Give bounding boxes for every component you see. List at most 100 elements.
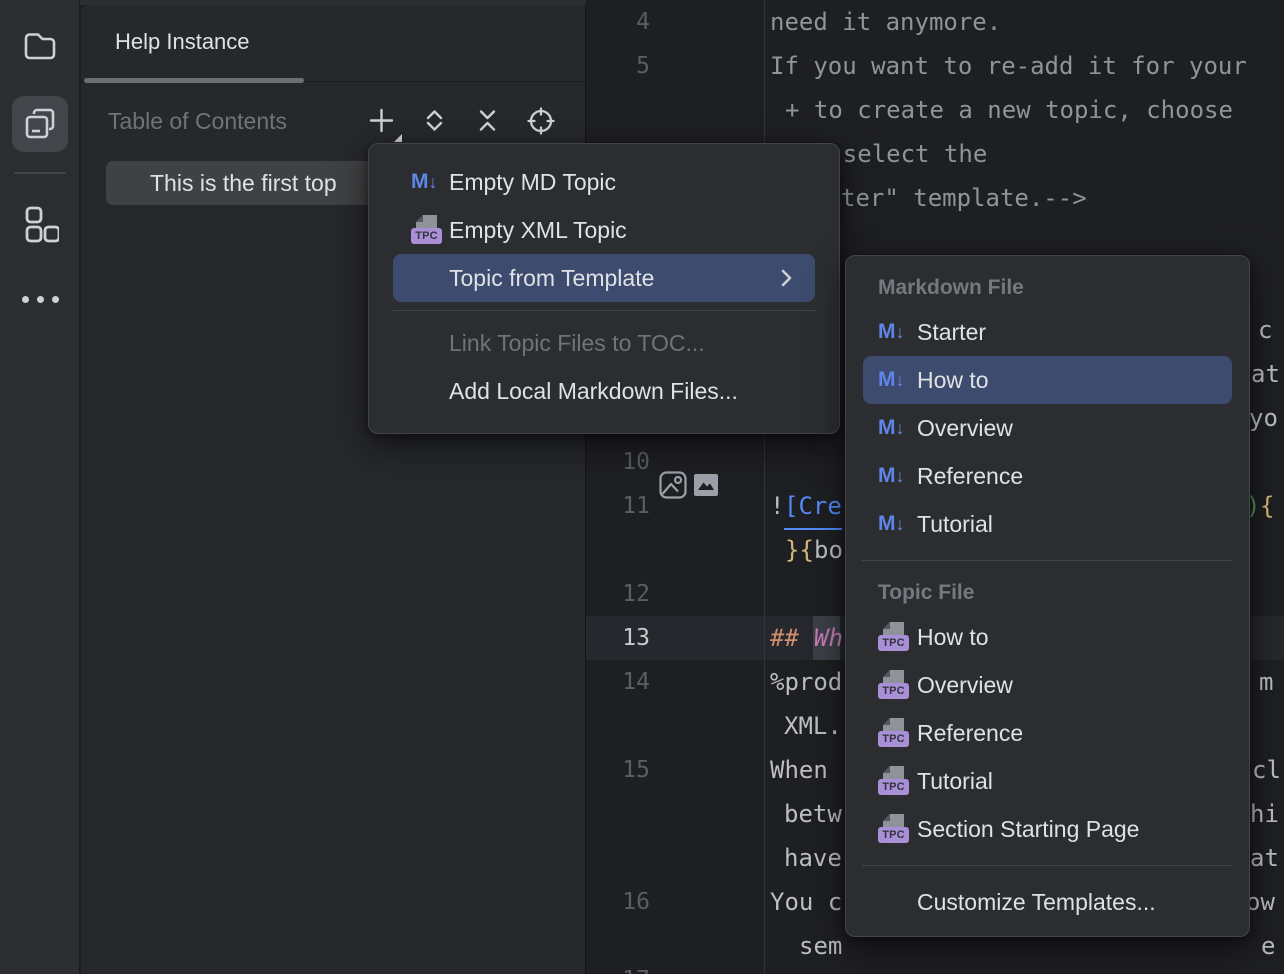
line-number-current: 13	[586, 616, 650, 660]
activity-bar	[0, 0, 80, 974]
activity-bar-divider	[14, 172, 66, 174]
submenu-item-section-starting-page[interactable]: TPC Section Starting Page	[846, 805, 1249, 853]
menu-item-label: Customize Templates...	[917, 889, 1156, 915]
menu-item-label: Empty XML Topic	[449, 217, 627, 243]
code-line: When	[770, 748, 828, 792]
submenu-header-markdown: Markdown File	[846, 268, 1249, 308]
code-link: [Cre	[784, 484, 842, 530]
menu-item-label: Tutorial	[917, 511, 993, 537]
topic-file-icon: TPC	[878, 709, 909, 757]
help-instance-tool-button[interactable]	[12, 96, 68, 152]
line-number: 14	[586, 660, 650, 704]
more-icon-dot	[37, 296, 44, 303]
topic-file-icon: TPC	[878, 805, 909, 853]
expand-all-icon	[421, 107, 448, 134]
code-fragment: at	[1250, 836, 1279, 880]
collapse-all-button[interactable]	[474, 107, 501, 134]
submenu-item-tutorial-tpc[interactable]: TPC Tutorial	[846, 757, 1249, 805]
more-icon-dot2	[52, 296, 59, 303]
code-line: You c	[770, 880, 842, 924]
menu-item-label: Topic from Template	[449, 265, 654, 291]
submenu-item-overview-md[interactable]: M↓ Overview	[846, 404, 1249, 452]
code-fragment: hi	[1250, 792, 1279, 836]
code-line: have	[784, 836, 842, 880]
menu-item-topic-from-template[interactable]: Topic from Template	[393, 254, 815, 302]
code-line: sem	[799, 924, 842, 968]
code-line: If you want to re-add it for your	[770, 44, 1247, 88]
submenu-item-starter[interactable]: M↓ Starter	[846, 308, 1249, 356]
menu-item-label: Reference	[917, 720, 1023, 746]
code-line: betw	[784, 792, 842, 836]
line-number: 17	[586, 958, 650, 974]
submenu-item-reference-tpc[interactable]: TPC Reference	[846, 709, 1249, 757]
expand-all-button[interactable]	[421, 107, 448, 134]
dropdown-corner-icon	[394, 134, 402, 142]
menu-item-label: Starter	[917, 319, 986, 345]
line-number: 16	[586, 880, 650, 924]
menu-item-empty-md-topic[interactable]: M↓ Empty MD Topic	[369, 158, 839, 206]
more-tool-windows-button[interactable]	[22, 296, 62, 303]
panel-title: Help Instance	[115, 29, 250, 55]
toc-add-context-menu: M↓ Empty MD Topic TPC Empty XML Topic To…	[368, 143, 840, 434]
topic-file-icon: TPC	[878, 613, 909, 661]
menu-separator	[862, 865, 1233, 866]
section-title: Table of Contents	[108, 108, 287, 135]
menu-item-label: Overview	[917, 415, 1013, 441]
image-outline-gutter-icon[interactable]	[658, 470, 688, 500]
menu-item-label: Tutorial	[917, 768, 993, 794]
submenu-item-tutorial-md[interactable]: M↓ Tutorial	[846, 500, 1249, 548]
line-number: 12	[586, 572, 650, 616]
submenu-header-topic: Topic File	[846, 573, 1249, 613]
code-line: + to create a new topic, choose	[785, 88, 1233, 132]
line-number: 4	[586, 0, 650, 44]
code-fragment: at	[1251, 352, 1280, 396]
code-line: need it anymore.	[770, 0, 1001, 44]
menu-separator	[393, 310, 815, 311]
markdown-file-icon: M↓	[878, 356, 905, 404]
submenu-item-overview-tpc[interactable]: TPC Overview	[846, 661, 1249, 709]
submenu-item-how-to-md[interactable]: M↓ How to	[863, 356, 1232, 404]
collapse-all-icon	[474, 107, 501, 134]
line-number: 5	[586, 44, 650, 88]
template-submenu: Markdown File M↓ Starter M↓ How to M↓ Ov…	[845, 255, 1250, 937]
submenu-item-how-to-tpc[interactable]: TPC How to	[846, 613, 1249, 661]
markdown-file-icon: M↓	[411, 158, 438, 206]
markdown-file-icon: M↓	[878, 308, 905, 356]
code-fragment: cl	[1252, 748, 1281, 792]
menu-item-label: Add Local Markdown Files...	[449, 378, 738, 404]
code-fragment: }{	[785, 528, 814, 572]
structure-tool-button[interactable]	[12, 196, 68, 252]
menu-separator	[862, 560, 1233, 561]
submenu-item-customize-templates[interactable]: Customize Templates...	[846, 878, 1249, 926]
submenu-chevron-icon	[779, 268, 793, 288]
menu-item-label: Empty MD Topic	[449, 169, 616, 195]
markdown-file-icon: M↓	[878, 500, 905, 548]
menu-item-label: Link Topic Files to TOC...	[449, 330, 705, 356]
locate-selection-button[interactable]	[527, 107, 554, 134]
code-fragment: c	[1258, 308, 1272, 352]
add-topic-button[interactable]	[368, 107, 395, 134]
menu-item-label: Reference	[917, 463, 1023, 489]
menu-item-empty-xml-topic[interactable]: TPC Empty XML Topic	[369, 206, 839, 254]
line-number: 10	[586, 440, 650, 484]
toc-toolbar	[368, 107, 554, 137]
code-fragment: {	[1260, 484, 1274, 528]
code-line: XML.	[784, 704, 842, 748]
topic-file-icon: TPC	[878, 661, 909, 709]
code-line: %prod	[770, 660, 842, 704]
image-filled-gutter-icon[interactable]	[694, 474, 718, 496]
structure-icon	[21, 205, 59, 243]
topic-file-icon: TPC	[411, 206, 442, 254]
submenu-item-reference-md[interactable]: M↓ Reference	[846, 452, 1249, 500]
heading-hashes: ##	[770, 616, 799, 660]
menu-item-label: How to	[917, 624, 989, 650]
plus-icon	[368, 107, 395, 134]
menu-item-add-local-markdown[interactable]: Add Local Markdown Files...	[369, 367, 839, 415]
line-number: 11	[586, 484, 650, 528]
code-fragment: e	[1261, 924, 1275, 968]
code-fragment: yo	[1249, 396, 1278, 440]
topic-file-icon: TPC	[878, 757, 909, 805]
code-fragment: ow	[1246, 880, 1275, 924]
code-fragment: bo	[814, 528, 843, 572]
project-tool-button[interactable]	[12, 18, 68, 74]
